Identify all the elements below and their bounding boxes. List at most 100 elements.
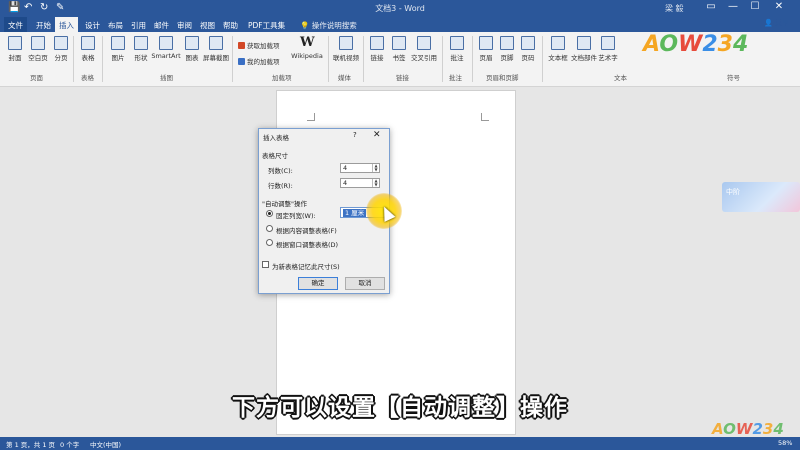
- chart-button[interactable]: 图表: [183, 36, 201, 62]
- redo-icon[interactable]: ↻: [40, 2, 48, 13]
- logo-letter: O: [659, 32, 679, 57]
- zoom-level[interactable]: 58%: [778, 439, 792, 447]
- minimize-icon[interactable]: —: [726, 1, 740, 12]
- ok-button[interactable]: 确定: [298, 277, 338, 290]
- smartart-icon: [159, 36, 173, 50]
- video-caption: 下方可以设置【自动调整】操作: [232, 395, 568, 421]
- logo-letter: A: [712, 420, 724, 438]
- rows-value: 4: [343, 179, 348, 187]
- rows-spinner[interactable]: 4 ▲ ▼: [340, 178, 380, 188]
- maximize-icon[interactable]: ☐: [748, 1, 762, 12]
- shapes-button[interactable]: 形状: [131, 36, 151, 62]
- picture-button[interactable]: 图片: [108, 36, 128, 62]
- online-video-icon: [339, 36, 353, 50]
- shapes-label: 形状: [134, 54, 148, 62]
- shapes-icon: [134, 36, 148, 50]
- document-parts-icon: [577, 36, 591, 50]
- tell-me-label: 操作说明搜索: [311, 21, 357, 30]
- fixed-width-radio[interactable]: [266, 210, 273, 217]
- remember-size-checkbox[interactable]: [262, 261, 269, 268]
- tab-home[interactable]: 开始: [32, 19, 55, 32]
- group-divider: [328, 36, 329, 82]
- page-corner-mark: [481, 113, 489, 121]
- document-title: 文档3 - Word: [375, 4, 425, 13]
- share-button[interactable]: 👤 共享: [764, 18, 789, 28]
- watermark-logo: AOW234: [643, 32, 748, 57]
- document-parts-button[interactable]: 文档部件: [571, 36, 597, 62]
- tab-references[interactable]: 引用: [127, 19, 150, 32]
- my-addins-button[interactable]: 我的加载项: [238, 56, 280, 66]
- cross-reference-icon: [417, 36, 431, 50]
- wikipedia-button[interactable]: W Wikipedia: [290, 36, 324, 61]
- page-break-button[interactable]: 分页: [52, 36, 70, 62]
- cancel-button[interactable]: 取消: [345, 277, 385, 290]
- group-header-footer-label: 页眉和页脚: [486, 74, 519, 82]
- blank-page-button[interactable]: 空白页: [26, 36, 50, 62]
- logo-letter: A: [643, 32, 660, 57]
- cover-page-button[interactable]: 封面: [6, 36, 24, 62]
- logo-letter: O: [723, 420, 736, 438]
- tab-help[interactable]: 帮助: [219, 19, 242, 32]
- autofit-content-radio[interactable]: [266, 225, 273, 232]
- group-divider: [73, 36, 74, 82]
- chart-icon: [185, 36, 199, 50]
- user-name[interactable]: 梁 毅: [665, 3, 684, 14]
- customize-icon[interactable]: ✎: [56, 2, 64, 13]
- tab-view[interactable]: 视图: [196, 19, 219, 32]
- table-button[interactable]: 表格: [78, 36, 98, 62]
- undo-icon[interactable]: ↶: [24, 2, 32, 13]
- spinner-arrows-icon[interactable]: ▲ ▼: [372, 179, 379, 187]
- link-button[interactable]: 链接: [368, 36, 386, 62]
- word-count[interactable]: 0 个字: [60, 439, 79, 449]
- online-video-button[interactable]: 联机视频: [332, 36, 360, 62]
- columns-label: 列数(C):: [268, 167, 293, 175]
- tab-pdf-tools[interactable]: PDF工具集: [244, 19, 289, 32]
- page-number-button[interactable]: 页码: [519, 36, 537, 62]
- group-addins-label: 加载项: [272, 74, 292, 82]
- share-label: 共享: [774, 19, 789, 27]
- language-indicator[interactable]: 中文(中国): [90, 439, 121, 449]
- comment-button[interactable]: 批注: [447, 36, 467, 62]
- logo-digit: 3: [762, 420, 774, 438]
- logo-letter: W: [678, 32, 703, 57]
- group-symbols-label: 符号: [727, 74, 740, 82]
- wordart-icon: [601, 36, 615, 50]
- page-count[interactable]: 第 1 页，共 1 页: [6, 439, 55, 449]
- tab-file[interactable]: 文件: [4, 17, 27, 32]
- screenshot-icon: [209, 36, 223, 50]
- columns-spinner[interactable]: 4 ▲ ▼: [340, 163, 380, 173]
- group-divider: [542, 36, 543, 82]
- wordart-button[interactable]: 艺术字: [598, 36, 618, 62]
- blank-page-label: 空白页: [28, 54, 48, 62]
- help-icon[interactable]: ?: [353, 131, 357, 139]
- close-icon[interactable]: ✕: [772, 1, 786, 12]
- header-label: 页眉: [479, 54, 493, 62]
- tab-layout[interactable]: 布局: [104, 19, 127, 32]
- tab-review[interactable]: 审阅: [173, 19, 196, 32]
- document-canvas[interactable]: [0, 87, 800, 437]
- footer-label: 页脚: [500, 54, 514, 62]
- store-icon: [238, 42, 245, 49]
- page-number-icon: [521, 36, 535, 50]
- save-icon[interactable]: 💾: [8, 2, 20, 13]
- comment-label: 批注: [450, 54, 464, 62]
- group-divider: [442, 36, 443, 82]
- bookmark-button[interactable]: 书签: [389, 36, 409, 62]
- get-addins-button[interactable]: 获取加载项: [238, 40, 280, 50]
- cross-reference-button[interactable]: 交叉引用: [410, 36, 438, 62]
- header-button[interactable]: 页眉: [477, 36, 495, 62]
- smartart-button[interactable]: SmartArt: [151, 36, 181, 60]
- group-comments-label: 批注: [449, 74, 462, 82]
- footer-icon: [500, 36, 514, 50]
- spinner-arrows-icon[interactable]: ▲ ▼: [372, 164, 379, 172]
- screenshot-button[interactable]: 屏幕截图: [202, 36, 230, 62]
- tab-insert[interactable]: 插入: [55, 17, 78, 32]
- textbox-button[interactable]: 文本框: [547, 36, 569, 62]
- tell-me-search[interactable]: 💡 操作说明搜索: [296, 19, 361, 32]
- tab-design[interactable]: 设计: [81, 19, 104, 32]
- autofit-window-radio[interactable]: [266, 239, 273, 246]
- ribbon-display-icon[interactable]: ▭: [704, 1, 718, 12]
- footer-button[interactable]: 页脚: [498, 36, 516, 62]
- dialog-close-icon[interactable]: ✕: [373, 130, 381, 140]
- tab-mailings[interactable]: 邮件: [150, 19, 173, 32]
